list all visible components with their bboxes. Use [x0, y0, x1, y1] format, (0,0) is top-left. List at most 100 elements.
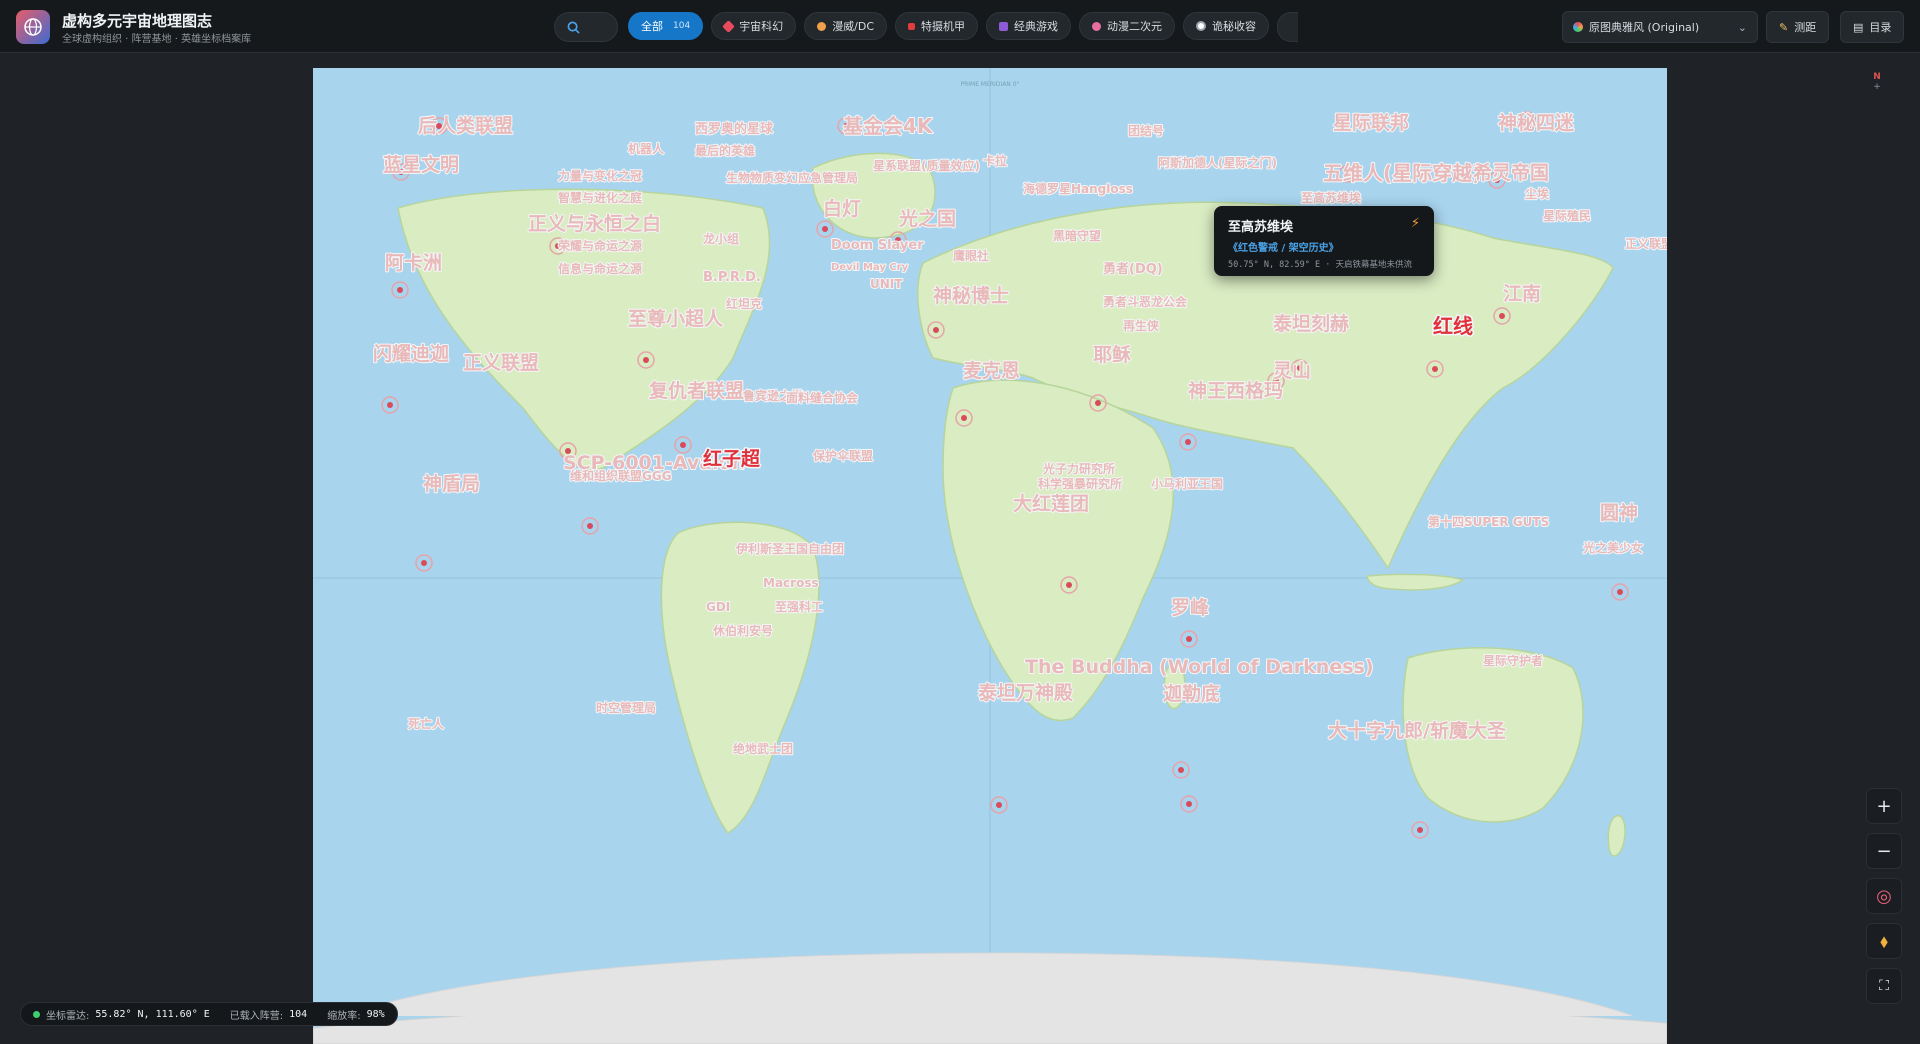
map-label[interactable]: UNIT [869, 276, 904, 292]
filter-scifi[interactable]: 宇宙科幻 [711, 12, 797, 40]
map-marker[interactable] [391, 281, 409, 299]
map-label[interactable]: 光子力研究所 [1041, 460, 1116, 477]
filter-games[interactable]: 经典游戏 [986, 12, 1072, 40]
map-label[interactable]: 第十四SUPER GUTS [1427, 513, 1550, 530]
map-label[interactable]: B.P.R.D. [702, 269, 762, 286]
map-label[interactable]: 绝地武士团 [732, 740, 794, 757]
map-marker[interactable] [674, 436, 692, 454]
map-label[interactable]: 灵山 [1272, 359, 1312, 383]
map-label[interactable]: 勇者(DQ) [1102, 260, 1164, 278]
map-label[interactable]: 神秘博士 [932, 283, 1010, 308]
map-label[interactable]: 罗峰 [1170, 595, 1211, 620]
filter-mecha[interactable]: 特摄机甲 [895, 12, 979, 40]
map-label[interactable]: 维和组织联盟GGG [569, 467, 673, 484]
map-marker[interactable] [381, 396, 399, 414]
map-label[interactable]: 卡拉 [982, 152, 1008, 169]
index-button[interactable]: ▤ 目录 [1840, 11, 1905, 43]
map-label[interactable]: 黑暗守望 [1052, 227, 1102, 244]
map-label[interactable]: 希灵帝国 [1472, 160, 1550, 185]
map-label[interactable]: 海德罗星Hangloss [1022, 180, 1134, 197]
map-style-select[interactable]: 原图典雅风 (Original) ⌄ [1562, 11, 1758, 43]
map-label[interactable]: 星际殖民 [1542, 207, 1592, 224]
map-label[interactable]: 星系联盟(质量效应) [872, 157, 981, 174]
map-label[interactable]: 泰坦刻赫 [1271, 311, 1350, 336]
map-label[interactable]: 面料缝合协会 [785, 389, 860, 406]
map-label[interactable]: 耶稣 [1092, 342, 1132, 367]
map-label[interactable]: Macross [762, 575, 820, 591]
zoom-out-button[interactable]: − [1866, 833, 1902, 869]
map-marker[interactable] [1172, 761, 1190, 779]
map-label[interactable]: 迦勒底 [1162, 681, 1221, 706]
map-label[interactable]: 机器人 [627, 140, 666, 157]
filter-marvel-dc[interactable]: 漫威/DC [804, 12, 888, 40]
map-label[interactable]: 复仇者联盟 [647, 378, 745, 403]
map-label[interactable]: 大红莲团 [1012, 491, 1090, 516]
map-label[interactable]: 光之美少女 [1581, 539, 1644, 556]
filter-scp[interactable]: 诡秘收容 [1183, 12, 1270, 40]
map-label[interactable]: 再生侠 [1122, 317, 1161, 334]
map-label[interactable]: 至高苏维埃 [1300, 189, 1363, 206]
zoom-in-button[interactable]: + [1866, 788, 1902, 824]
tag-button[interactable]: ⬧ [1866, 923, 1902, 959]
map-label[interactable]: 白灯 [822, 196, 862, 221]
map-label[interactable]: 阿卡洲 [384, 250, 443, 275]
filter-overflow[interactable] [1277, 12, 1299, 42]
map-label[interactable]: 西罗奥的星球 [694, 120, 775, 138]
map-label[interactable]: 至强科工 [774, 598, 824, 615]
map-label[interactable]: Doom Slayer [830, 237, 925, 254]
map-label[interactable]: 后人类联盟 [417, 113, 514, 138]
world-map[interactable]: PRIME MERIDIAN 0° 后人类联盟 蓝星文明 阿卡洲 闪耀迪迦 神盾局 西罗奥… [313, 68, 1667, 1044]
map-label[interactable]: 智慧与进化之庭 [556, 189, 643, 206]
map-label[interactable]: 正义与永恒之白 [527, 211, 662, 236]
map-label[interactable]: 神盾局 [422, 471, 481, 496]
map-label[interactable]: 蓝星文明 [382, 152, 460, 177]
map-label[interactable]: 最后的英雄 [694, 142, 756, 159]
map-label[interactable]: 龙小组 [702, 230, 740, 247]
map-label[interactable]: 团结号 [1127, 122, 1165, 139]
map-label[interactable]: 时空管理局 [595, 699, 657, 716]
map-marker[interactable] [1180, 630, 1198, 648]
map-label[interactable]: 麦克恩 [962, 358, 1021, 383]
map-marker[interactable] [1411, 821, 1429, 839]
filter-anime[interactable]: 动漫二次元 [1079, 12, 1176, 40]
map-label[interactable]: 江南 [1502, 282, 1542, 306]
map-label[interactable]: 休伯利安号 [711, 622, 774, 639]
map-label[interactable]: 伊利斯圣王国自由团 [734, 540, 845, 557]
map-label[interactable]: GDI [705, 599, 731, 615]
map-marker[interactable] [816, 220, 834, 238]
map-marker[interactable] [581, 517, 599, 535]
map-label[interactable]: 小马利亚王国 [1150, 475, 1224, 492]
map-label[interactable]: 光之国 [897, 206, 957, 231]
map-marker[interactable] [1180, 795, 1198, 813]
map-label[interactable]: 力量与变化之冠 [557, 167, 643, 184]
map-label[interactable]: 鹰眼社 [952, 247, 990, 264]
map-label[interactable]: 阿斯加德人(星际之门) [1157, 154, 1278, 171]
map-label[interactable]: 红线 [1432, 313, 1475, 340]
search-box[interactable] [554, 12, 618, 42]
map-label[interactable]: 神秘四迷 [1497, 110, 1576, 135]
map-marker[interactable] [1611, 583, 1629, 601]
filter-all[interactable]: 全部 104 [628, 12, 704, 40]
fullscreen-button[interactable]: ⛶ [1866, 968, 1902, 1004]
map-label[interactable]: 至尊小超人 [627, 306, 725, 331]
map-label[interactable]: 勇者斗恶龙公会 [1102, 293, 1189, 310]
map-label[interactable]: 保护伞联盟 [811, 447, 874, 464]
map-label[interactable]: 荣耀与命运之源 [556, 237, 643, 254]
map-label[interactable]: 生物物质变幻应急管理局 [725, 169, 859, 186]
map-label[interactable]: 泰坦万神殿 [976, 680, 1075, 705]
map-label[interactable]: 正义联盟 [1624, 235, 1667, 252]
map-marker[interactable] [990, 796, 1008, 814]
map-label[interactable]: 圆神 [1599, 500, 1639, 525]
map-label[interactable]: 红子超 [702, 446, 763, 472]
target-button[interactable]: ◎ [1866, 878, 1902, 914]
map-label[interactable]: 星际守护者 [1482, 652, 1544, 669]
map-label[interactable]: 信息与命运之源 [557, 260, 643, 277]
map-marker[interactable] [415, 554, 433, 572]
map-label[interactable]: 科学强暴研究所 [1037, 475, 1123, 492]
map-marker[interactable] [1179, 433, 1197, 451]
map-label[interactable]: 闪耀迪迦 [372, 341, 450, 366]
map-label[interactable]: The Buddha (World of Darkness) [1024, 655, 1375, 679]
map-label[interactable]: 基金会4K [842, 113, 935, 139]
map-label[interactable]: 红坦克 [725, 295, 763, 312]
map-label[interactable]: 五维人(星际穿越) [1322, 160, 1482, 186]
